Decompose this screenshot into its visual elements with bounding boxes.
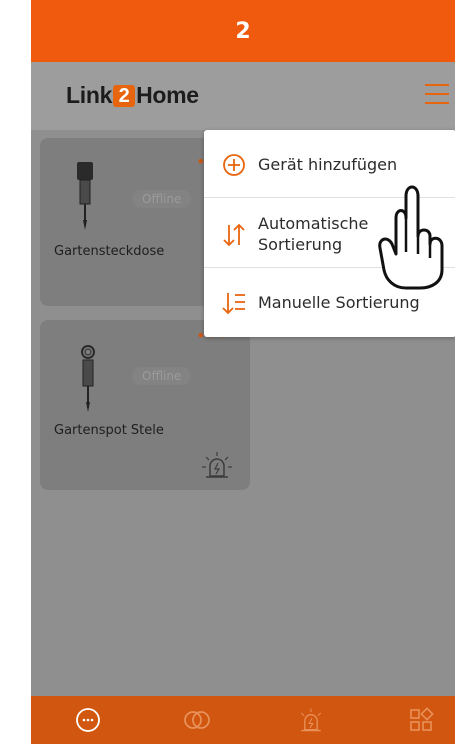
nav-devices[interactable] (63, 696, 113, 744)
device-card[interactable]: Offline Gartenspot Stele ••• (40, 320, 250, 490)
phone-screen: 2 Link 2 Home Offline Gartensteckdose • (31, 0, 455, 744)
hamburger-icon[interactable] (425, 82, 451, 106)
pointing-hand-icon (378, 185, 444, 290)
nav-alarm[interactable] (286, 696, 336, 744)
nav-scenes[interactable] (397, 696, 447, 744)
menu-item-label: Gerät hinzufügen (258, 155, 398, 174)
scenes-icon (410, 707, 434, 731)
devices-icon (76, 708, 100, 732)
step-banner: 2 (31, 0, 455, 62)
status-badge: Offline (132, 190, 192, 208)
app-logo: Link 2 Home (66, 82, 199, 109)
logo-digit: 2 (113, 84, 136, 107)
spotlight-icon (81, 345, 95, 412)
device-name: Gartenspot Stele (54, 423, 164, 438)
plus-circle-icon (223, 154, 245, 176)
links-icon (184, 711, 210, 729)
logo-text-link: Link (66, 82, 113, 108)
device-name: Gartensteckdose (54, 244, 165, 259)
menu-item-label-line2: Sortierung (258, 235, 343, 254)
sort-arrows-icon (223, 223, 245, 247)
step-number: 2 (235, 18, 251, 44)
plug-icon (77, 162, 93, 230)
app-header: Link 2 Home (31, 62, 455, 130)
status-badge: Offline (132, 367, 192, 385)
bottom-navigation (31, 696, 455, 744)
alarm-light-icon (202, 452, 232, 478)
menu-item-label-line1: Automatische (258, 214, 369, 233)
nav-links[interactable] (172, 696, 222, 744)
alarm-icon (300, 708, 322, 732)
menu-item-label: Manuelle Sortierung (258, 293, 420, 312)
logo-text-home: Home (136, 82, 199, 108)
sort-list-icon (222, 293, 245, 315)
